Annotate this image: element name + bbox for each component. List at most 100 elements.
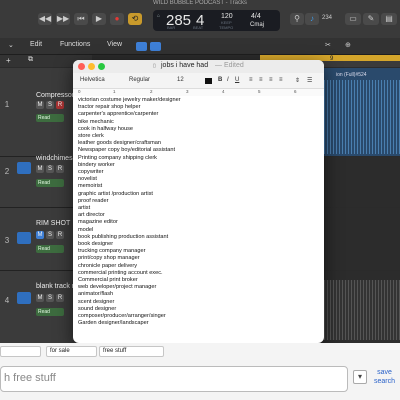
- record-enable-button[interactable]: R: [56, 231, 64, 239]
- ruler-tick: 4: [222, 89, 225, 94]
- lcd-tempo: 120: [221, 13, 233, 20]
- count-in-icon[interactable]: ♪: [305, 13, 319, 25]
- menu-view[interactable]: View: [107, 41, 122, 48]
- cycle-button[interactable]: ⟲: [128, 13, 142, 25]
- document-line: proof reader: [78, 197, 109, 204]
- bold-button[interactable]: B: [218, 77, 222, 83]
- document-line: composer/producer/arranger/singer: [78, 313, 166, 319]
- solo-button[interactable]: S: [46, 101, 54, 109]
- record-button[interactable]: ●: [110, 13, 124, 25]
- record-enable-button[interactable]: R: [56, 101, 64, 109]
- lcd-beat-label: BEAT: [193, 25, 204, 30]
- automation-read[interactable]: Read: [36, 245, 64, 253]
- back-chevron-icon[interactable]: ⌄: [8, 41, 14, 49]
- solo-button[interactable]: S: [46, 165, 54, 173]
- mute-button[interactable]: M: [36, 231, 44, 239]
- font-family-select[interactable]: Helvetica: [80, 77, 105, 83]
- search-menu-icon[interactable]: ▾: [353, 370, 367, 384]
- lcd-tempo-sub: TEMPO: [219, 25, 234, 30]
- logic-titlebar: WILD BUBBLE PODCAST - Tracks ◀◀ ▶▶ ⏮ ▶ ●…: [0, 0, 400, 39]
- track-options-icon[interactable]: ⧉: [28, 56, 33, 64]
- text-color-swatch[interactable]: [205, 78, 212, 84]
- counter-display: 234: [322, 15, 333, 21]
- ruler-tick: 2: [150, 89, 153, 94]
- align-center-icon[interactable]: ≡: [259, 77, 263, 83]
- track-number: 1: [4, 100, 10, 109]
- document-line: artist: [78, 205, 91, 211]
- browser-icon[interactable]: ▤: [381, 13, 397, 25]
- font-size-select[interactable]: 12: [177, 77, 184, 83]
- search-input[interactable]: h free stuff: [0, 366, 348, 392]
- record-enable-button[interactable]: R: [56, 165, 64, 173]
- text-ruler[interactable]: 0 1 2 3 4 5 6: [73, 88, 324, 96]
- lcd-display[interactable]: ⌂ 285 4 BAR BEAT 120 KEEP TEMPO 4/4 Cmaj: [153, 10, 280, 31]
- record-enable-button[interactable]: R: [56, 294, 64, 302]
- line-spacing-icon[interactable]: ⇕: [295, 77, 300, 84]
- add-track-icon[interactable]: +: [6, 56, 11, 65]
- document-line: scent designer: [78, 298, 115, 305]
- document-line: leather goods designer/craftsman: [78, 140, 162, 147]
- automation-read[interactable]: Read: [36, 179, 64, 187]
- track-number: 2: [4, 167, 10, 176]
- automation-read[interactable]: Read: [36, 308, 64, 316]
- track-number: 4: [4, 296, 10, 305]
- notes-icon[interactable]: ✎: [363, 13, 379, 25]
- section-select[interactable]: for sale: [46, 346, 97, 357]
- document-line: copywriter: [78, 169, 104, 175]
- save-search-link[interactable]: save search: [371, 368, 398, 386]
- document-line: art director: [78, 212, 105, 219]
- mute-button[interactable]: M: [36, 294, 44, 302]
- menu-functions[interactable]: Functions: [60, 41, 90, 48]
- scissors-icon[interactable]: ✂: [325, 41, 331, 49]
- textedit-titlebar[interactable]: ▯ jobs i have had — Edited: [73, 60, 324, 74]
- mute-button[interactable]: M: [36, 101, 44, 109]
- document-line: novelist: [78, 176, 97, 183]
- lcd-bar-label: BAR: [167, 25, 176, 30]
- region-label: ion (Full)#524: [336, 72, 367, 78]
- ruler-mark: 9: [330, 56, 334, 62]
- search-placeholder: h free stuff: [4, 372, 56, 384]
- menu-edit[interactable]: Edit: [30, 41, 42, 48]
- align-left-icon[interactable]: ≡: [249, 77, 253, 83]
- automation-read[interactable]: Read: [36, 114, 64, 122]
- solo-button[interactable]: S: [46, 231, 54, 239]
- document-line: tractor repair shop helper: [78, 104, 141, 111]
- italic-button[interactable]: I: [227, 77, 229, 83]
- document-line: bike mechanic: [78, 118, 114, 125]
- category-select[interactable]: [0, 346, 41, 357]
- font-style-select[interactable]: Regular: [129, 77, 150, 83]
- textedit-window[interactable]: ▯ jobs i have had — Edited Helvetica Reg…: [73, 60, 324, 343]
- list-editors-icon[interactable]: ▭: [345, 13, 361, 25]
- catch-icon[interactable]: [136, 42, 147, 51]
- tuner-icon[interactable]: ⚲: [290, 13, 304, 25]
- document-line: carpenter's apprentice/carpenter: [78, 111, 159, 118]
- minimize-button[interactable]: [88, 63, 95, 70]
- link-icon[interactable]: [150, 42, 161, 51]
- ruler-tick: 5: [258, 89, 261, 94]
- document-line: magazine editor: [78, 219, 118, 226]
- track-name: Compressor: [36, 92, 75, 99]
- close-button[interactable]: [78, 63, 85, 70]
- subsection-select[interactable]: free stuff: [99, 346, 164, 357]
- zoom-button[interactable]: [98, 63, 105, 70]
- justify-icon[interactable]: ≡: [279, 77, 283, 83]
- play-button[interactable]: ▶: [92, 13, 106, 25]
- document-line: commercial printing account exec.: [78, 269, 163, 276]
- underline-button[interactable]: U: [235, 77, 239, 83]
- document-line: Newspaper copy boy/editorial assistant: [78, 147, 176, 154]
- align-right-icon[interactable]: ≡: [269, 77, 273, 83]
- document-line: memoirist: [78, 183, 103, 190]
- fast-forward-button[interactable]: ▶▶: [56, 13, 70, 25]
- document-line: graphic artist /production artist: [78, 190, 153, 197]
- mute-button[interactable]: M: [36, 165, 44, 173]
- document-body[interactable]: victorian costume jewelry maker/designer…: [73, 96, 324, 343]
- track-number: 3: [4, 236, 10, 245]
- edited-status: — Edited: [215, 62, 244, 69]
- track-name: RIM SHOT: [36, 220, 71, 227]
- solo-button[interactable]: S: [46, 294, 54, 302]
- lcd-signature: 4/4: [251, 13, 261, 20]
- zoom-icon[interactable]: ⊕: [345, 41, 351, 49]
- list-icon[interactable]: ☰: [307, 77, 312, 84]
- rewind-button[interactable]: ◀◀: [38, 13, 52, 25]
- go-to-start-button[interactable]: ⏮: [74, 13, 88, 25]
